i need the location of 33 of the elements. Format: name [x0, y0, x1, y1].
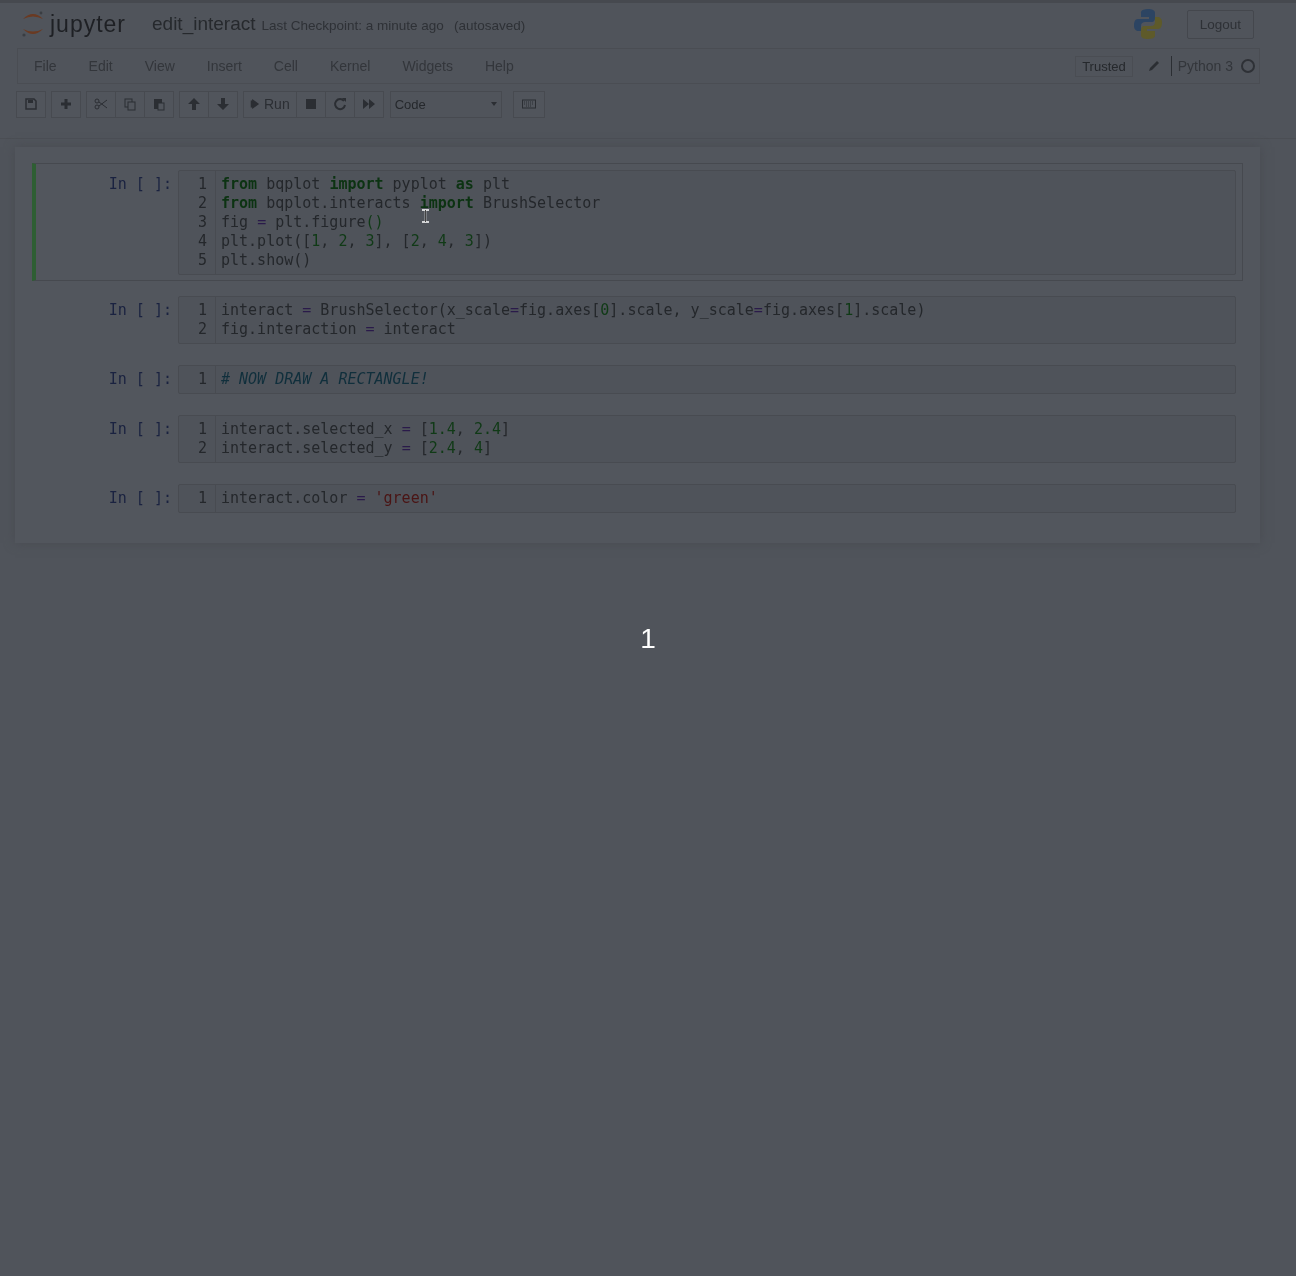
- input-prompt: In [ ]:: [108, 420, 172, 438]
- input-prompt: In [ ]:: [108, 489, 172, 507]
- clipboard-icon: [152, 97, 166, 111]
- frame-counter: 1: [640, 623, 656, 654]
- step-icon: [250, 97, 260, 111]
- insert-cell-button[interactable]: [51, 90, 81, 118]
- input-prompt: In [ ]:: [108, 301, 172, 319]
- run-all-button[interactable]: [353, 90, 384, 118]
- copy-button[interactable]: [115, 90, 145, 118]
- cut-button[interactable]: [86, 90, 116, 118]
- plus-icon: [59, 97, 73, 111]
- code-line: # NOW DRAW A RECTANGLE!: [221, 370, 429, 389]
- move-up-button[interactable]: [179, 90, 209, 118]
- move-down-button[interactable]: [208, 90, 238, 118]
- input-prompt: In [ ]:: [108, 370, 172, 388]
- keyboard-icon: [519, 97, 538, 111]
- save-button[interactable]: [16, 90, 46, 118]
- fast-forward-icon: [361, 97, 376, 111]
- square-icon: [303, 97, 318, 111]
- pencil-icon[interactable]: [1146, 59, 1161, 73]
- scissors-icon: [94, 97, 108, 111]
- arrow-up-icon: [187, 97, 201, 111]
- input-prompt: In [ ]:: [108, 175, 172, 193]
- restart-button[interactable]: [324, 90, 355, 118]
- arrow-down-icon: [216, 97, 230, 111]
- copy-icon: [123, 97, 137, 111]
- caret-icon: [490, 102, 497, 106]
- floppy-icon: [24, 97, 38, 111]
- python-logo-icon: [1132, 8, 1163, 40]
- stop-button[interactable]: [295, 90, 326, 118]
- paste-button[interactable]: [144, 90, 174, 118]
- keyboard-button[interactable]: [512, 90, 545, 118]
- circular-arrow-icon: [332, 97, 347, 111]
